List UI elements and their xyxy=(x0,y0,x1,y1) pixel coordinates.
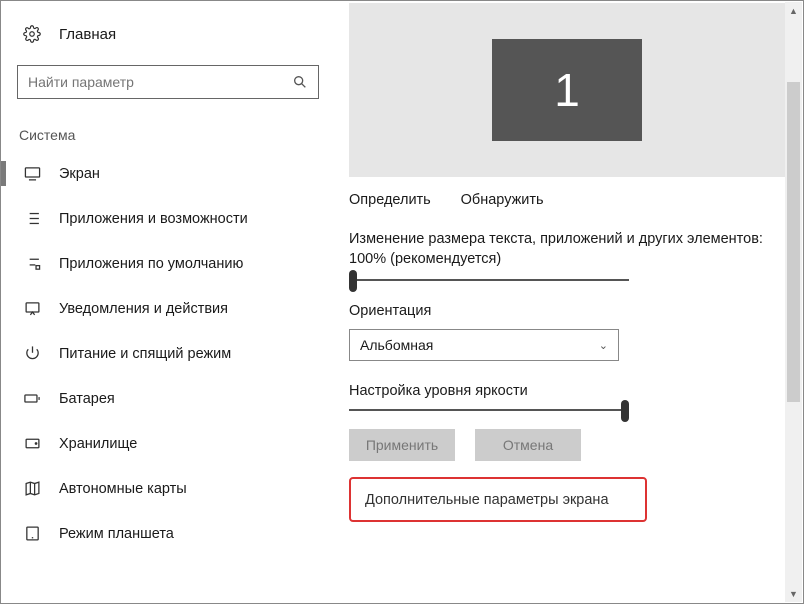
search-icon xyxy=(292,74,308,90)
orientation-select[interactable]: Альбомная ⌄ xyxy=(349,329,619,361)
sidebar-item-label: Питание и спящий режим xyxy=(59,346,231,362)
home-label: Главная xyxy=(59,26,116,43)
cancel-button[interactable]: Отмена xyxy=(475,429,581,461)
defaults-icon xyxy=(23,255,41,272)
scroll-up-icon[interactable]: ▲ xyxy=(785,2,802,19)
scrollbar[interactable]: ▲ ▼ xyxy=(785,2,802,602)
slider-track xyxy=(349,279,629,281)
buttons-row: Применить Отмена xyxy=(349,429,785,461)
sidebar-item-label: Экран xyxy=(59,166,100,182)
sidebar-item-apps[interactable]: Приложения и возможности xyxy=(1,196,335,241)
search-input[interactable] xyxy=(28,74,292,90)
search-box[interactable] xyxy=(17,65,319,99)
slider-track xyxy=(349,409,629,411)
list-icon xyxy=(23,210,41,227)
sidebar-item-maps[interactable]: Автономные карты xyxy=(1,466,335,511)
main-content: 1 Определить Обнаружить Изменение размер… xyxy=(335,1,803,603)
settings-window: Главная Система Экран Приложения и возмо… xyxy=(0,0,804,604)
scaling-slider[interactable] xyxy=(349,279,629,281)
monitor-icon xyxy=(23,165,41,182)
sidebar-item-power[interactable]: Питание и спящий режим xyxy=(1,331,335,376)
monitor-1[interactable]: 1 xyxy=(492,39,642,141)
sidebar-item-label: Автономные карты xyxy=(59,481,187,497)
sidebar-item-label: Режим планшета xyxy=(59,526,174,542)
scroll-thumb[interactable] xyxy=(787,82,800,402)
sidebar-item-battery[interactable]: Батарея xyxy=(1,376,335,421)
sidebar-item-storage[interactable]: Хранилище xyxy=(1,421,335,466)
sidebar-item-notifications[interactable]: Уведомления и действия xyxy=(1,286,335,331)
notification-icon xyxy=(23,300,41,317)
sidebar-item-tablet[interactable]: Режим планшета xyxy=(1,511,335,556)
sidebar: Главная Система Экран Приложения и возмо… xyxy=(1,1,335,603)
sidebar-item-default-apps[interactable]: Приложения по умолчанию xyxy=(1,241,335,286)
detect-link[interactable]: Обнаружить xyxy=(461,192,544,208)
map-icon xyxy=(23,480,41,497)
gear-icon xyxy=(23,25,41,43)
advanced-display-link[interactable]: Дополнительные параметры экрана xyxy=(365,492,609,508)
scroll-down-icon[interactable]: ▼ xyxy=(785,585,802,602)
home-row[interactable]: Главная xyxy=(1,13,335,55)
sidebar-item-label: Батарея xyxy=(59,391,115,407)
display-preview[interactable]: 1 xyxy=(349,3,785,177)
display-actions: Определить Обнаружить xyxy=(349,177,785,216)
orientation-label: Ориентация xyxy=(349,303,785,319)
sidebar-item-label: Приложения по умолчанию xyxy=(59,256,243,272)
storage-icon xyxy=(23,435,41,452)
sidebar-item-label: Хранилище xyxy=(59,436,137,452)
sidebar-item-label: Приложения и возможности xyxy=(59,211,248,227)
identify-link[interactable]: Определить xyxy=(349,192,431,208)
slider-thumb[interactable] xyxy=(349,270,357,292)
advanced-display-link-highlight: Дополнительные параметры экрана xyxy=(349,477,647,522)
scaling-label: Изменение размера текста, приложений и д… xyxy=(349,230,785,269)
tablet-icon xyxy=(23,525,41,542)
power-icon xyxy=(23,345,41,362)
apply-button[interactable]: Применить xyxy=(349,429,455,461)
slider-thumb[interactable] xyxy=(621,400,629,422)
sidebar-item-label: Уведомления и действия xyxy=(59,301,228,317)
sidebar-item-display[interactable]: Экран xyxy=(1,151,335,196)
monitor-number: 1 xyxy=(554,63,580,117)
brightness-slider[interactable] xyxy=(349,409,629,411)
category-label: Система xyxy=(1,109,335,151)
battery-icon xyxy=(23,390,41,407)
chevron-down-icon: ⌄ xyxy=(599,339,608,352)
brightness-label: Настройка уровня яркости xyxy=(349,383,785,399)
orientation-value: Альбомная xyxy=(360,337,433,353)
